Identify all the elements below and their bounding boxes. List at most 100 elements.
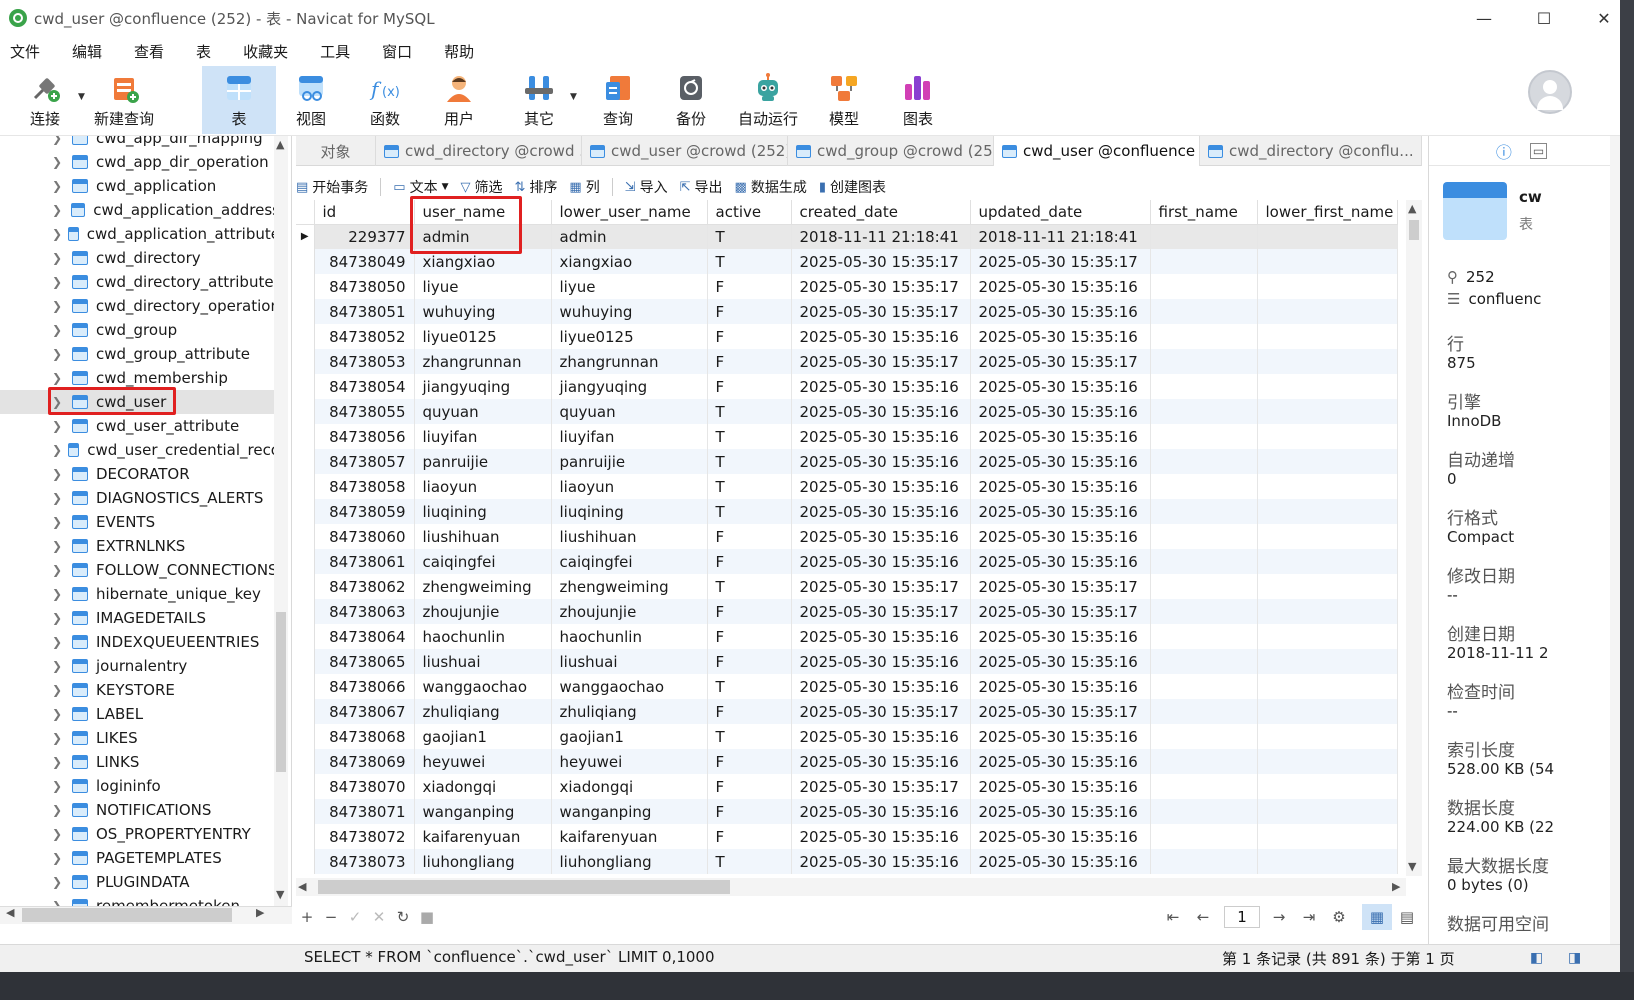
row-marker[interactable]: [296, 724, 315, 749]
table-cell[interactable]: [1150, 599, 1258, 624]
chevron-right-icon[interactable]: ❯: [52, 731, 66, 745]
row-marker[interactable]: [296, 474, 315, 499]
chevron-right-icon[interactable]: ❯: [52, 203, 65, 217]
table-cell[interactable]: 84738062: [314, 574, 415, 599]
chevron-right-icon[interactable]: ❯: [52, 299, 66, 313]
table-cell[interactable]: 2025-05-30 15:35:16: [791, 674, 971, 699]
table-row[interactable]: 84738068 gaojian1 gaojian1 T 2025-05-30 15:3…: [296, 724, 1398, 749]
table-cell[interactable]: 2018-11-11 21:18:41: [791, 224, 971, 249]
tree-item[interactable]: ❯ cwd_directory_attribute: [0, 270, 280, 294]
last-page-button[interactable]: ⇥: [1298, 908, 1320, 926]
table-cell[interactable]: [1150, 224, 1258, 249]
table-cell[interactable]: F: [707, 599, 792, 624]
table-cell[interactable]: 2025-05-30 15:35:17: [791, 774, 971, 799]
table-cell[interactable]: F: [707, 324, 792, 349]
table-cell[interactable]: [1257, 249, 1398, 274]
tree-item[interactable]: ❯ cwd_directory: [0, 246, 280, 270]
menu-file[interactable]: 文件: [0, 41, 52, 62]
table-cell[interactable]: 2025-05-30 15:35:16: [970, 299, 1151, 324]
table-cell[interactable]: T: [707, 424, 792, 449]
column-header-lower-first-name[interactable]: lower_first_name: [1257, 200, 1398, 225]
table-row[interactable]: 84738052 liyue0125 liyue0125 F 2025-05-30 15…: [296, 324, 1398, 349]
table-cell[interactable]: 2025-05-30 15:35:17: [970, 699, 1151, 724]
table-cell[interactable]: [1150, 474, 1258, 499]
table-cell[interactable]: 84738066: [314, 674, 415, 699]
import-button[interactable]: ⇲ 导入: [625, 177, 668, 197]
table-cell[interactable]: 2025-05-30 15:35:16: [970, 799, 1151, 824]
menu-view[interactable]: 查看: [124, 41, 176, 62]
chevron-right-icon[interactable]: ❯: [52, 779, 66, 793]
table-cell[interactable]: jiangyuqing: [551, 374, 708, 399]
table-cell[interactable]: 2025-05-30 15:35:17: [791, 599, 971, 624]
grid-vscroll-thumb[interactable]: [1409, 220, 1419, 240]
others-dropdown-icon[interactable]: ▼: [570, 92, 577, 102]
tree-item[interactable]: ❯ journalentry: [0, 654, 280, 678]
table-cell[interactable]: liyue: [551, 274, 708, 299]
table-cell[interactable]: zhuliqiang: [551, 699, 708, 724]
export-button[interactable]: ⇱ 导出: [680, 177, 723, 197]
table-cell[interactable]: 84738053: [314, 349, 415, 374]
table-cell[interactable]: 84738056: [314, 424, 415, 449]
table-cell[interactable]: 84738065: [314, 649, 415, 674]
table-cell[interactable]: 2025-05-30 15:35:16: [791, 374, 971, 399]
table-cell[interactable]: [1150, 399, 1258, 424]
tree-scrollbar-thumb[interactable]: [276, 612, 286, 772]
table-cell[interactable]: 84738064: [314, 624, 415, 649]
chevron-right-icon[interactable]: ❯: [52, 659, 66, 673]
table-cell[interactable]: [1150, 549, 1258, 574]
tree-hscroll-thumb[interactable]: [22, 908, 232, 922]
table-cell[interactable]: 2025-05-30 15:35:17: [970, 574, 1151, 599]
menu-window[interactable]: 窗口: [372, 41, 424, 62]
row-marker[interactable]: [296, 674, 315, 699]
tree-item[interactable]: ❯ FOLLOW_CONNECTIONS: [0, 558, 280, 582]
chevron-right-icon[interactable]: ❯: [52, 707, 66, 721]
table-cell[interactable]: liushihuan: [551, 524, 708, 549]
table-cell[interactable]: xiadongqi: [414, 774, 552, 799]
chevron-right-icon[interactable]: ❯: [52, 899, 66, 906]
table-cell[interactable]: 2025-05-30 15:35:16: [791, 549, 971, 574]
table-cell[interactable]: 2025-05-30 15:35:16: [791, 474, 971, 499]
chevron-right-icon[interactable]: ❯: [52, 851, 66, 865]
table-cell[interactable]: [1150, 674, 1258, 699]
table-cell[interactable]: [1257, 424, 1398, 449]
grid-scroll-up-icon[interactable]: ▲: [1408, 202, 1416, 215]
tree-item[interactable]: ❯ cwd_application_address: [0, 198, 280, 222]
chevron-right-icon[interactable]: ❯: [52, 467, 66, 481]
chevron-right-icon[interactable]: ❯: [52, 875, 66, 889]
stop-button[interactable]: ■: [416, 908, 438, 926]
tab-objects[interactable]: 对象: [296, 136, 376, 166]
row-marker[interactable]: [296, 499, 315, 524]
table-cell[interactable]: [1150, 624, 1258, 649]
table-cell[interactable]: liushuai: [414, 649, 552, 674]
table-cell[interactable]: 2025-05-30 15:35:16: [791, 649, 971, 674]
toolbar-connection-button[interactable]: 连接: [4, 66, 86, 134]
table-cell[interactable]: T: [707, 449, 792, 474]
begin-transaction-button[interactable]: ▤ 开始事务: [296, 177, 368, 197]
maximize-button[interactable]: ☐: [1514, 0, 1574, 36]
row-marker[interactable]: [296, 749, 315, 774]
table-cell[interactable]: 2025-05-30 15:35:16: [791, 324, 971, 349]
chevron-right-icon[interactable]: ❯: [52, 515, 66, 529]
tab-cwd-directory-crowd[interactable]: cwd_directory @crowd ...: [376, 136, 582, 166]
table-cell[interactable]: liaoyun: [551, 474, 708, 499]
table-row[interactable]: 84738065 liushuai liushuai F 2025-05-30 15:3…: [296, 649, 1398, 674]
chevron-right-icon[interactable]: ❯: [52, 683, 66, 697]
toolbar-new-query-button[interactable]: 新建查询: [88, 66, 160, 134]
tree-item[interactable]: ❯ cwd_directory_operation: [0, 294, 280, 318]
tree-item[interactable]: ❯ cwd_application_attribute: [0, 222, 280, 246]
table-cell[interactable]: 84738070: [314, 774, 415, 799]
table-cell[interactable]: 2025-05-30 15:35:17: [791, 299, 971, 324]
table-cell[interactable]: zhengweiming: [551, 574, 708, 599]
tree-vertical-scrollbar[interactable]: [274, 136, 288, 906]
table-cell[interactable]: 2025-05-30 15:35:17: [791, 349, 971, 374]
table-cell[interactable]: wuhuying: [551, 299, 708, 324]
tab-cwd-directory-confluence[interactable]: cwd_directory @conflu...: [1200, 136, 1422, 166]
table-cell[interactable]: [1257, 749, 1398, 774]
row-marker[interactable]: [296, 699, 315, 724]
table-cell[interactable]: 84738067: [314, 699, 415, 724]
grid-scroll-left-icon[interactable]: ◀: [298, 880, 306, 893]
table-cell[interactable]: [1257, 699, 1398, 724]
table-row[interactable]: 84738051 wuhuying wuhuying F 2025-05-30 15:3…: [296, 299, 1398, 324]
table-cell[interactable]: 84738061: [314, 549, 415, 574]
tab-cwd-user-crowd[interactable]: cwd_user @crowd (252)...: [582, 136, 788, 166]
